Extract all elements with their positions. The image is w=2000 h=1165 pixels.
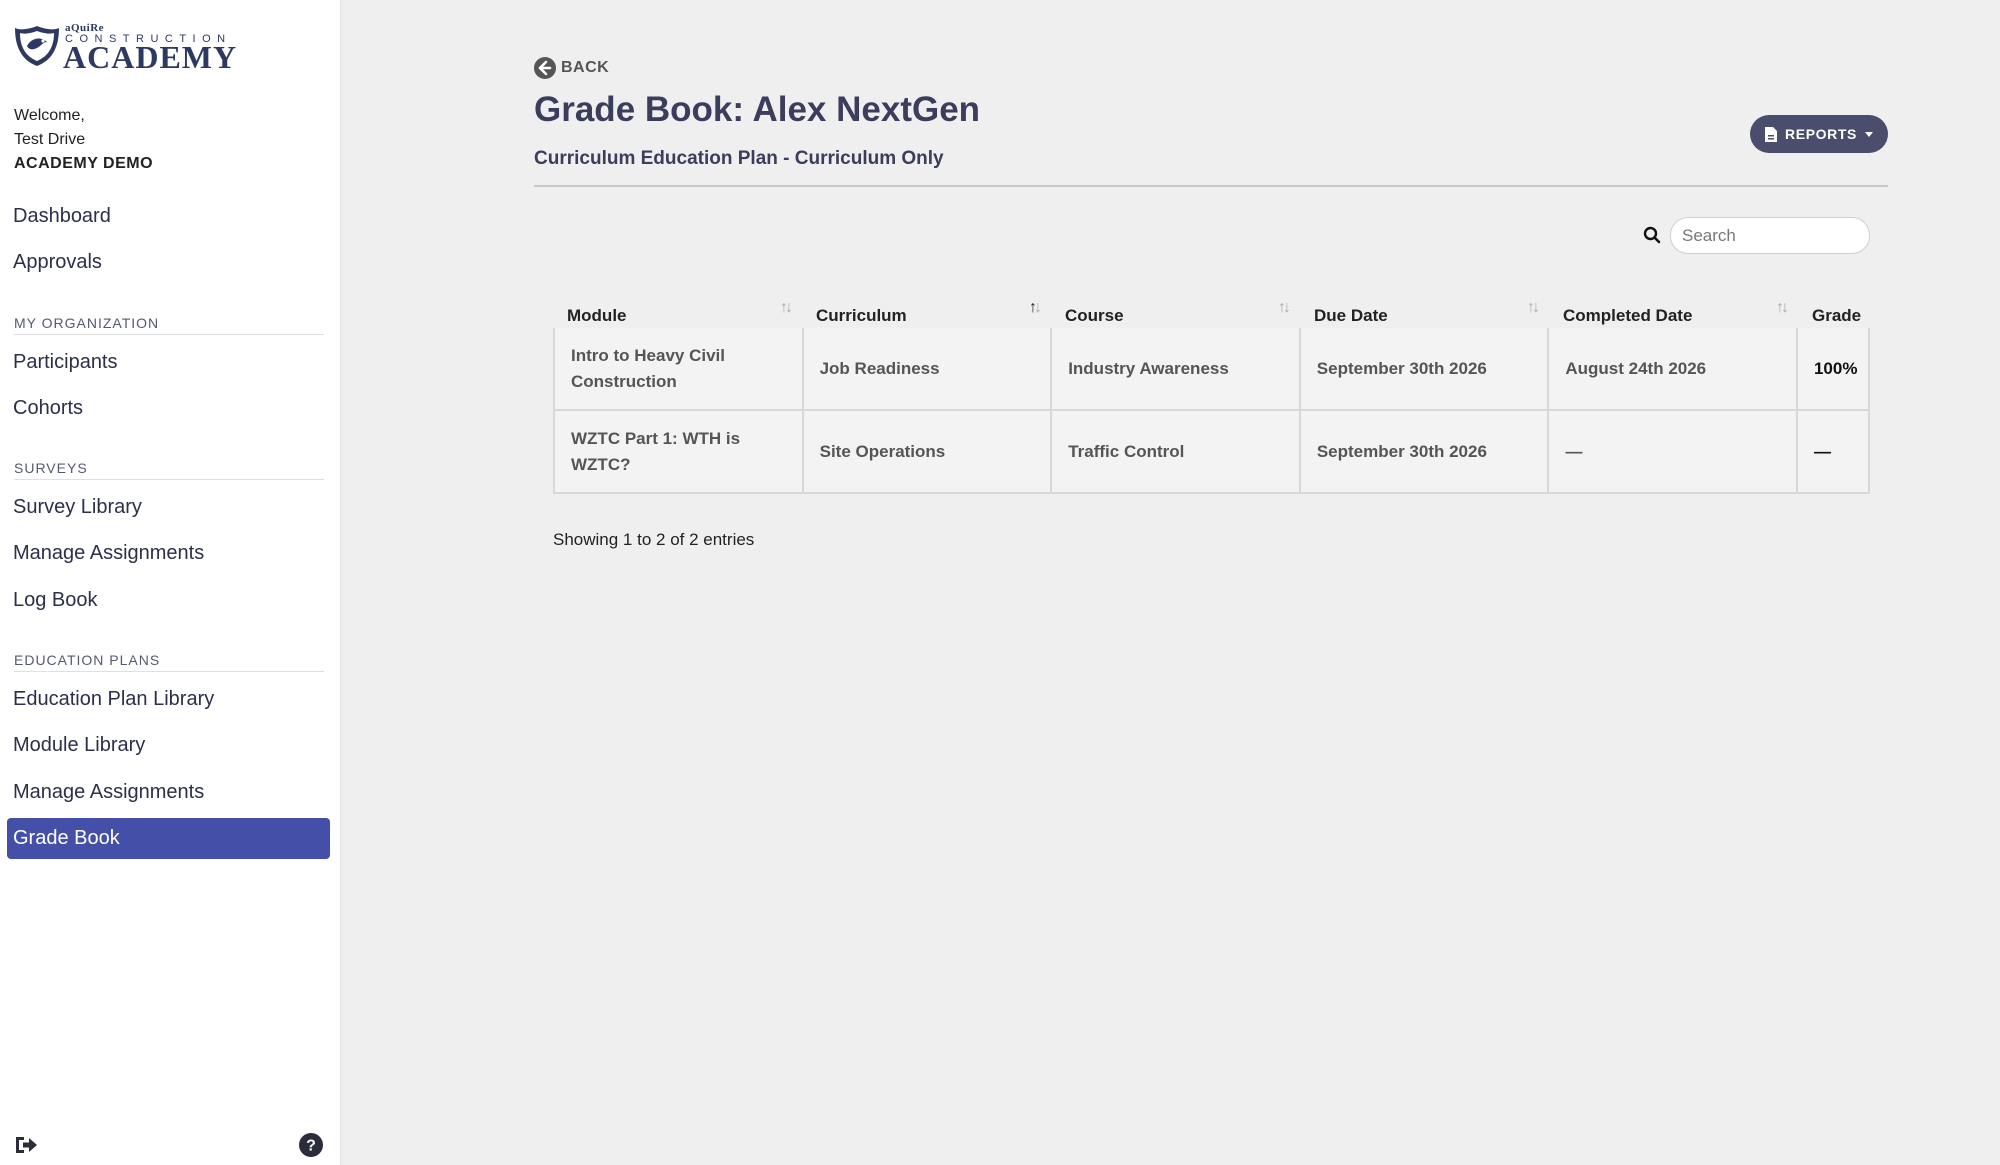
page-subtitle: Curriculum Education Plan - Curriculum O… — [534, 148, 944, 169]
cell-curriculum: Job Readiness — [803, 328, 1053, 411]
column-header-curriculum[interactable]: Curriculum ↑↓ — [802, 278, 1051, 328]
user-name: Test Drive — [14, 131, 86, 148]
table-row: WZTC Part 1: WTH is WZTC? Site Operation… — [553, 411, 1870, 494]
sort-icon: ↑↓ — [780, 299, 793, 316]
sidebar: aQuiRe CONSTRUCTION ACADEMY Welcome, Tes… — [0, 0, 341, 1165]
file-report-icon — [1765, 126, 1778, 142]
cell-curriculum: Site Operations — [803, 411, 1053, 494]
welcome-block: Welcome, Test Drive ACADEMY DEMO — [14, 104, 153, 176]
search-icon — [1643, 226, 1661, 244]
cell-module: Intro to Heavy Civil Construction — [555, 328, 804, 411]
welcome-text: Welcome, — [14, 107, 85, 124]
cell-course: Traffic Control — [1052, 411, 1301, 494]
nav-cohorts[interactable]: Cohorts — [7, 388, 330, 429]
column-header-grade[interactable]: Grade — [1798, 278, 1870, 328]
nav-grade-book[interactable]: Grade Book — [7, 818, 330, 859]
column-header-label: Completed Date — [1563, 306, 1693, 325]
column-header-label: Module — [567, 306, 627, 325]
column-header-course[interactable]: Course ↑↓ — [1051, 278, 1300, 328]
nav-survey-library[interactable]: Survey Library — [7, 487, 330, 528]
help-icon[interactable]: ? — [298, 1132, 324, 1158]
grade-table: Module ↑↓ Curriculum ↑↓ Course ↑↓ Due Da… — [553, 278, 1870, 494]
cell-completed-date: — — [1549, 411, 1799, 494]
nav-section-education-plans: EDUCATION PLANS — [14, 652, 324, 672]
logo-line3: ACADEMY — [63, 39, 238, 75]
column-header-due-date[interactable]: Due Date ↑↓ — [1300, 278, 1549, 328]
nav-manage-assignments-surveys[interactable]: Manage Assignments — [7, 533, 330, 574]
column-header-module[interactable]: Module ↑↓ — [553, 278, 802, 328]
sort-ascending-icon: ↑↓ — [1029, 299, 1042, 316]
academy-logo[interactable]: aQuiRe CONSTRUCTION ACADEMY — [13, 22, 236, 73]
chevron-down-icon — [1864, 131, 1873, 137]
nav-participants[interactable]: Participants — [7, 342, 330, 383]
nav-approvals[interactable]: Approvals — [7, 242, 330, 283]
table-row: Intro to Heavy Civil Construction Job Re… — [553, 328, 1870, 411]
cell-course: Industry Awareness — [1052, 328, 1301, 411]
reports-label: REPORTS — [1785, 126, 1857, 142]
nav-manage-assignments-education[interactable]: Manage Assignments — [7, 772, 330, 813]
column-header-label: Grade — [1812, 306, 1862, 325]
column-header-label: Curriculum — [816, 306, 907, 325]
back-label: BACK — [561, 59, 610, 76]
cell-due-date: September 30th 2026 — [1300, 328, 1550, 411]
shield-logo-icon — [15, 26, 59, 66]
nav-dashboard[interactable]: Dashboard — [7, 196, 330, 237]
table-header: Module ↑↓ Curriculum ↑↓ Course ↑↓ Due Da… — [553, 278, 1870, 328]
cell-grade: — — [1798, 411, 1870, 494]
back-link[interactable]: BACK — [534, 57, 609, 79]
table-info: Showing 1 to 2 of 2 entries — [553, 530, 755, 549]
org-name: ACADEMY DEMO — [14, 155, 154, 172]
cell-completed-date: August 24th 2026 — [1549, 328, 1798, 411]
sort-icon: ↑↓ — [1527, 299, 1540, 316]
reports-dropdown-button[interactable]: REPORTS — [1750, 115, 1888, 153]
sort-icon: ↑↓ — [1278, 299, 1291, 316]
cell-module: WZTC Part 1: WTH is WZTC? — [555, 411, 804, 494]
page-title: Grade Book: Alex NextGen — [534, 90, 981, 129]
arrow-left-circle-icon — [534, 57, 556, 79]
column-header-completed-date[interactable]: Completed Date ↑↓ — [1549, 278, 1798, 328]
nav-section-my-organization: MY ORGANIZATION — [14, 315, 324, 335]
nav-log-book[interactable]: Log Book — [7, 580, 330, 621]
nav-module-library[interactable]: Module Library — [7, 725, 330, 766]
logout-icon[interactable] — [13, 1132, 39, 1158]
header-divider — [534, 185, 1888, 187]
nav-education-plan-library[interactable]: Education Plan Library — [7, 679, 330, 720]
column-header-label: Course — [1065, 306, 1124, 325]
column-header-label: Due Date — [1314, 306, 1388, 325]
search-input[interactable] — [1670, 217, 1870, 254]
cell-due-date: September 30th 2026 — [1300, 411, 1550, 494]
sort-icon: ↑↓ — [1776, 299, 1789, 316]
cell-grade: 100% — [1797, 328, 1870, 411]
nav-section-surveys: SURVEYS — [14, 460, 324, 480]
svg-text:?: ? — [306, 1138, 316, 1155]
